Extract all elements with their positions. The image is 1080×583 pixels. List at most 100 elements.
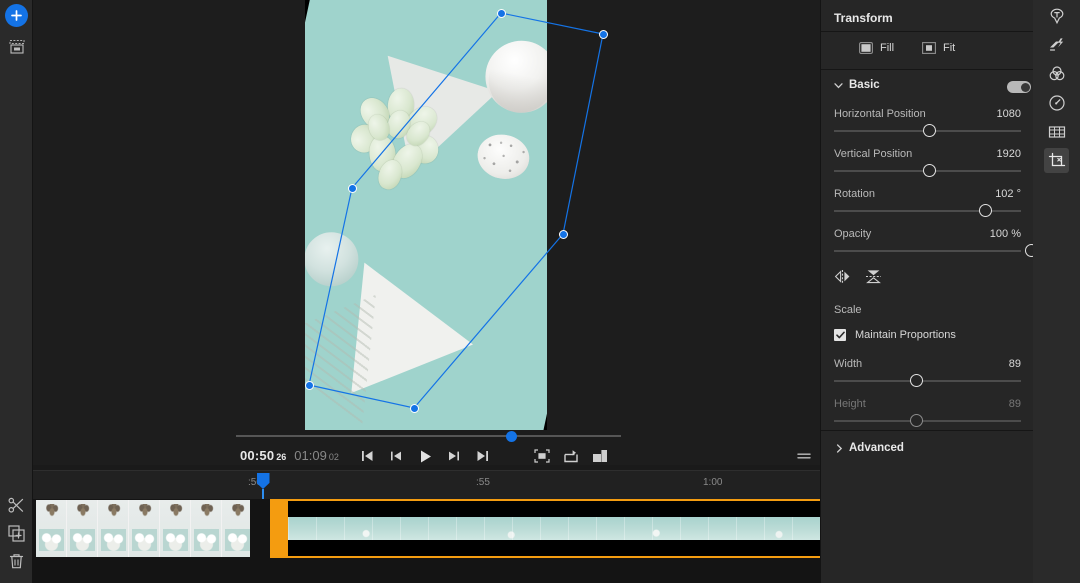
preview-scrubber[interactable] bbox=[33, 430, 820, 442]
audio-tool-button[interactable] bbox=[1044, 90, 1069, 115]
slider-knob[interactable] bbox=[923, 124, 937, 137]
maintain-proportions-label: Maintain Proportions bbox=[855, 329, 956, 341]
transform-handle[interactable] bbox=[558, 229, 568, 239]
clip-filmstrip bbox=[288, 517, 846, 540]
next-frame-button[interactable] bbox=[440, 442, 468, 470]
total-timecode: 01:09 bbox=[294, 448, 327, 463]
clip-thumbnail bbox=[98, 500, 129, 557]
opacity-control[interactable]: Opacity 100 % bbox=[821, 228, 1039, 268]
transform-handle[interactable] bbox=[598, 29, 608, 39]
transform-crop-icon bbox=[1048, 152, 1065, 166]
basic-enable-toggle[interactable] bbox=[1007, 81, 1031, 93]
flip-horizontal-icon[interactable] bbox=[834, 269, 851, 284]
delete-clip-button[interactable] bbox=[0, 546, 33, 576]
fit-fill-row: Fill Fit bbox=[821, 32, 1034, 69]
slider-track[interactable] bbox=[834, 380, 1021, 382]
duplicate-clip-button[interactable] bbox=[0, 518, 33, 548]
transform-handle[interactable] bbox=[304, 380, 314, 390]
slider-knob[interactable] bbox=[978, 204, 992, 217]
chevron-right-icon bbox=[836, 444, 843, 453]
play-icon bbox=[420, 450, 431, 462]
fill-button[interactable]: Fill bbox=[859, 42, 894, 54]
slider-track[interactable] bbox=[834, 420, 1021, 422]
filmstrip-icon bbox=[1048, 125, 1065, 138]
scale-label: Scale bbox=[834, 304, 862, 316]
slider-track[interactable] bbox=[834, 210, 1021, 212]
scissors-icon bbox=[8, 497, 24, 513]
add-media-button[interactable] bbox=[5, 4, 28, 27]
fit-button[interactable]: Fit bbox=[922, 42, 955, 54]
step-forward-icon bbox=[449, 451, 459, 461]
clip-trim-handle[interactable] bbox=[270, 499, 286, 558]
timeline-track[interactable] bbox=[33, 499, 848, 583]
ruler-mark: :55 bbox=[476, 477, 490, 488]
playback-controls: 00:50 26 01:09 02 bbox=[33, 442, 820, 470]
transitions-tool-button[interactable] bbox=[1044, 119, 1069, 144]
maintain-proportions-checkbox[interactable] bbox=[834, 329, 846, 341]
chevron-down-icon bbox=[834, 83, 843, 89]
maintain-proportions-row[interactable]: Maintain Proportions bbox=[834, 329, 956, 341]
layout-button[interactable] bbox=[586, 442, 614, 470]
slider-knob[interactable] bbox=[910, 414, 924, 427]
divider bbox=[821, 69, 1034, 70]
vertical-position-control[interactable]: Vertical Position 1920 bbox=[821, 148, 1034, 188]
fullscreen-button[interactable] bbox=[528, 442, 556, 470]
control-label: Height bbox=[834, 398, 866, 410]
preview-canvas[interactable] bbox=[33, 0, 820, 465]
flip-controls bbox=[821, 267, 1034, 293]
slider-track[interactable] bbox=[834, 250, 1021, 252]
go-to-start-button[interactable] bbox=[353, 442, 381, 470]
export-button[interactable] bbox=[557, 442, 585, 470]
previous-frame-button[interactable] bbox=[382, 442, 410, 470]
transform-tool-button[interactable] bbox=[1044, 148, 1069, 173]
duplicate-icon bbox=[8, 524, 25, 542]
effects-tool-button[interactable] bbox=[1044, 32, 1069, 57]
timeline-clip-selected[interactable] bbox=[286, 499, 848, 558]
width-control[interactable]: Width 89 bbox=[821, 358, 1034, 398]
height-control[interactable]: Height 89 bbox=[821, 398, 1034, 438]
color-tool-button[interactable] bbox=[1044, 61, 1069, 86]
trash-icon bbox=[9, 553, 24, 568]
skip-start-icon bbox=[362, 451, 373, 461]
fit-icon bbox=[922, 42, 936, 54]
timeline-ruler[interactable]: :50 :55 1:00 bbox=[33, 471, 820, 499]
ruler-mark: 1:00 bbox=[703, 477, 723, 488]
timeline-clip[interactable] bbox=[36, 500, 250, 557]
split-clip-button[interactable] bbox=[0, 490, 33, 520]
right-toolbar bbox=[1033, 0, 1080, 583]
video-editor-window: 00:50 26 01:09 02:50:55 1:00 Transform… bbox=[0, 0, 1080, 583]
advanced-section-header[interactable]: Advanced bbox=[821, 440, 1034, 460]
transform-handle[interactable] bbox=[409, 403, 419, 413]
go-to-end-button[interactable] bbox=[469, 442, 497, 470]
control-value: 89 bbox=[1008, 398, 1021, 410]
hamburger-menu-icon bbox=[797, 453, 811, 459]
play-button[interactable] bbox=[411, 442, 439, 470]
control-label: Horizontal Position bbox=[834, 108, 926, 120]
video-frame bbox=[305, 0, 547, 430]
decor-succulent bbox=[341, 80, 470, 205]
control-value: 89 bbox=[1008, 358, 1021, 370]
scrubber-handle[interactable] bbox=[506, 431, 517, 442]
control-value: 1920 bbox=[996, 148, 1021, 160]
slider-knob[interactable] bbox=[923, 164, 937, 177]
horizontal-position-control[interactable]: Horizontal Position 1080 bbox=[821, 108, 1034, 148]
basic-section-header[interactable]: Basic bbox=[821, 76, 1034, 98]
control-label: Vertical Position bbox=[834, 148, 913, 160]
control-value: 100 % bbox=[989, 228, 1021, 240]
more-options-button[interactable] bbox=[790, 442, 818, 470]
effects-icon bbox=[1049, 37, 1063, 51]
control-label: Rotation bbox=[834, 188, 875, 200]
text-tool-button[interactable] bbox=[1044, 3, 1069, 28]
scrubber-track[interactable] bbox=[236, 435, 621, 437]
current-frames: 26 bbox=[276, 452, 287, 462]
plus-icon bbox=[11, 10, 22, 21]
color-circles-icon bbox=[1049, 65, 1064, 80]
transform-handle[interactable] bbox=[347, 183, 357, 193]
media-library-button[interactable] bbox=[0, 32, 33, 62]
rotation-control[interactable]: Rotation 102 ° bbox=[821, 188, 1034, 228]
transform-handle[interactable] bbox=[496, 8, 506, 18]
flip-vertical-icon[interactable] bbox=[865, 269, 882, 284]
text-icon bbox=[1050, 8, 1063, 24]
timeline[interactable]: :50 :55 1:00 bbox=[33, 470, 848, 583]
slider-knob[interactable] bbox=[910, 374, 924, 387]
